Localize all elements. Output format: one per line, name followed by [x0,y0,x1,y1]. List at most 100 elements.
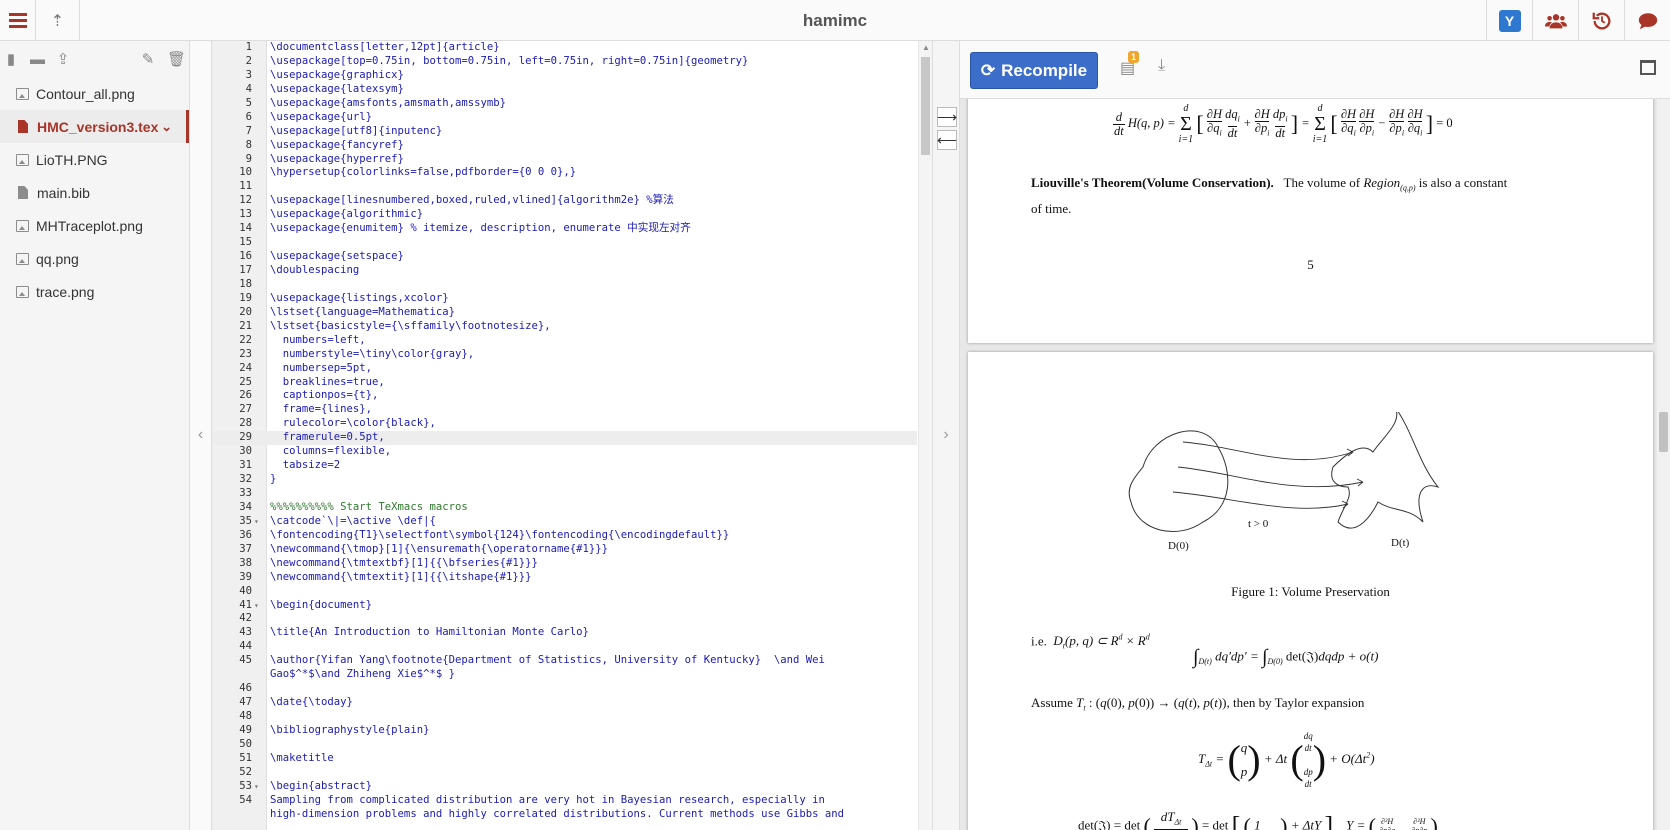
fold-toggle-icon[interactable]: ▾ [254,515,264,529]
chevron-down-icon[interactable]: ⌄ [161,119,172,135]
fold-toggle-icon[interactable]: ▾ [254,599,264,613]
user-button[interactable]: Y [1486,0,1532,41]
code-line[interactable]: 2 \usepackage[top=0.75in, bottom=0.75in, … [212,55,917,69]
file-item[interactable]: trace.png [0,275,189,308]
upload-icon[interactable]: ⇪ [56,50,70,68]
code-line[interactable]: 15 [212,236,917,250]
code-line[interactable]: 41 ▾ \begin{document} [212,599,917,613]
code-line[interactable]: 14 \usepackage{enumitem} % itemize, descr… [212,222,917,236]
file-tree-collapse-strip[interactable]: ‹ [190,41,212,830]
recompile-button[interactable]: ⟳ Recompile [970,52,1098,89]
code-line[interactable]: 9 \usepackage{hyperref} [212,153,917,167]
file-item[interactable]: main.bib [0,176,189,209]
code-line[interactable]: 53 ▾ \begin{abstract} [212,780,917,794]
code-line[interactable]: Gao$^*$\and Zhiheng Xie$^*$ } [212,668,917,682]
code-line[interactable]: 32} [212,473,917,487]
code-line[interactable]: 6 \usepackage{url} [212,111,917,125]
editor-scrollbar[interactable]: ▲ [918,41,932,830]
code-line[interactable]: 30 columns=flexible, [212,445,917,459]
code-line[interactable]: 17 \doublespacing [212,264,917,278]
new-folder-icon[interactable]: ▬ [30,51,45,68]
code-line[interactable]: 28 rulecolor=\color{black}, [212,417,917,431]
menu-button[interactable] [0,0,36,41]
file-item[interactable]: HMC_version3.tex ⌄ [0,110,189,143]
code-line[interactable]: 40 [212,585,917,599]
pdf-scrollbar[interactable] [1657,99,1670,830]
code-line[interactable]: 11 [212,180,917,194]
code-line[interactable]: 7 \usepackage[utf8]{inputenc} [212,125,917,139]
code-line[interactable]: 36 \fontencoding{T1}\selectfont\symbol{12… [212,529,917,543]
code-line[interactable]: 5 \usepackage{amsfonts,amsmath,amssymb} [212,97,917,111]
document-file-icon [18,186,28,199]
pdf-scrollbar-thumb[interactable] [1659,412,1668,452]
fullscreen-toggle[interactable] [1640,60,1656,75]
code-line[interactable]: 39 \newcommand{\tmtextit}[1]{{\itshape{#1… [212,571,917,585]
code-line[interactable]: 20 \lstset{language=Mathematica} [212,306,917,320]
rename-icon[interactable]: ✎ [141,50,155,68]
back-to-projects-button[interactable]: ⇡ [36,0,80,41]
new-file-icon[interactable]: ▮ [4,50,18,68]
file-item[interactable]: qq.png [0,242,189,275]
code-line[interactable]: 16 \usepackage{setspace} [212,250,917,264]
chevron-right-icon[interactable]: › [933,426,959,444]
file-item[interactable]: Contour_all.png [0,77,189,110]
code-line[interactable]: 25 breaklines=true, [212,376,917,390]
code-line[interactable]: 10 \hypersetup{colorlinks=false,pdfborder… [212,166,917,180]
editor-scrollbar-thumb[interactable] [921,57,930,155]
code-line[interactable]: 3 \usepackage{graphicx} [212,69,917,83]
code-line[interactable]: 26 captionpos={t}, [212,389,917,403]
code-line[interactable]: high-dimension problems and highly corre… [212,808,917,822]
code-editor[interactable]: 1 \documentclass[letter,12pt]{article} 2 \u… [212,41,932,830]
delete-icon[interactable]: 🗑 [167,50,186,68]
code-line[interactable] [212,822,917,830]
code-line[interactable]: 51 \maketitle [212,752,917,766]
code-line[interactable]: 31 tabsize=2 [212,459,917,473]
code-line[interactable]: 23 numberstyle=\tiny\color{gray}, [212,348,917,362]
code-line[interactable]: 12 \usepackage[linesnumbered,boxed,ruled,… [212,194,917,208]
file-item[interactable]: LioTH.PNG [0,143,189,176]
code-line[interactable]: 34 %%%%%%%%%% Start TeXmacs macros [212,501,917,515]
code-line[interactable]: 37 \newcommand{\tmop}[1]{\ensuremath{\ope… [212,543,917,557]
code-line[interactable]: 43 \title{An Introduction to Hamiltonian … [212,626,917,640]
sync-to-code-button[interactable]: ⟵ [937,130,957,150]
code-line[interactable]: 1 \documentclass[letter,12pt]{article} [212,41,917,55]
volume-preservation-figure: t > 0 D(0) D(t) [1128,412,1440,552]
code-line[interactable]: 8 \usepackage{fancyref} [212,139,917,153]
pdf-viewer[interactable]: d dt H(q, p) = d Σi=1 [ ∂H ∂qi dqi dt + ∂H ∂p… [960,99,1657,830]
history-button[interactable] [1578,0,1624,41]
code-line[interactable]: 38 \newcommand{\tmtextbf}[1]{{\bfseries{#… [212,557,917,571]
code-line[interactable]: 33 [212,487,917,501]
code-line[interactable]: 29 framerule=0.5pt, [212,431,917,446]
code-text: \usepackage{graphicx} [270,68,404,81]
download-pdf-button[interactable]: ⤓ [1158,57,1165,75]
flow-line-1 [1182,441,1354,461]
code-line[interactable]: 50 [212,738,917,752]
code-line[interactable]: 4 \usepackage{latexsym} [212,83,917,97]
chat-button[interactable] [1624,0,1670,41]
theorem-line-1: Liouville's Theorem(Volume Conservation)… [1031,175,1507,193]
fold-toggle-icon[interactable]: ▾ [254,780,264,794]
code-line[interactable]: 35 ▾ \catcode`\|=\active \def|{ [212,515,917,529]
code-line[interactable]: 13 \usepackage{algorithmic} [212,208,917,222]
code-line[interactable]: 46 [212,682,917,696]
code-line[interactable]: 47 \date{\today} [212,696,917,710]
code-line[interactable]: 18 [212,278,917,292]
code-line[interactable]: 52 [212,766,917,780]
code-line[interactable]: 27 frame={lines}, [212,403,917,417]
code-line[interactable]: 49 \bibliographystyle{plain} [212,724,917,738]
code-area[interactable]: 1 \documentclass[letter,12pt]{article} 2 \u… [212,41,917,830]
scroll-up-icon[interactable]: ▲ [922,43,930,52]
share-button[interactable] [1532,0,1578,41]
sync-to-pdf-button[interactable]: ⟶ [937,107,957,127]
code-line[interactable]: 44 [212,640,917,654]
logs-button[interactable]: ▤ 1 [1120,51,1140,78]
code-line[interactable]: 24 numbersep=5pt, [212,362,917,376]
code-line[interactable]: 42 [212,612,917,626]
file-item[interactable]: MHTraceplot.png [0,209,189,242]
code-line[interactable]: 48 [212,710,917,724]
code-line[interactable]: 21 \lstset{basicstyle={\sffamily\footnote… [212,320,917,334]
code-line[interactable]: 19 \usepackage{listings,xcolor} [212,292,917,306]
code-line[interactable]: 22 numbers=left, [212,334,917,348]
code-line[interactable]: 54 Sampling from complicated distribution… [212,794,917,808]
code-line[interactable]: 45 \author{Yifan Yang\footnote{Department… [212,654,917,668]
